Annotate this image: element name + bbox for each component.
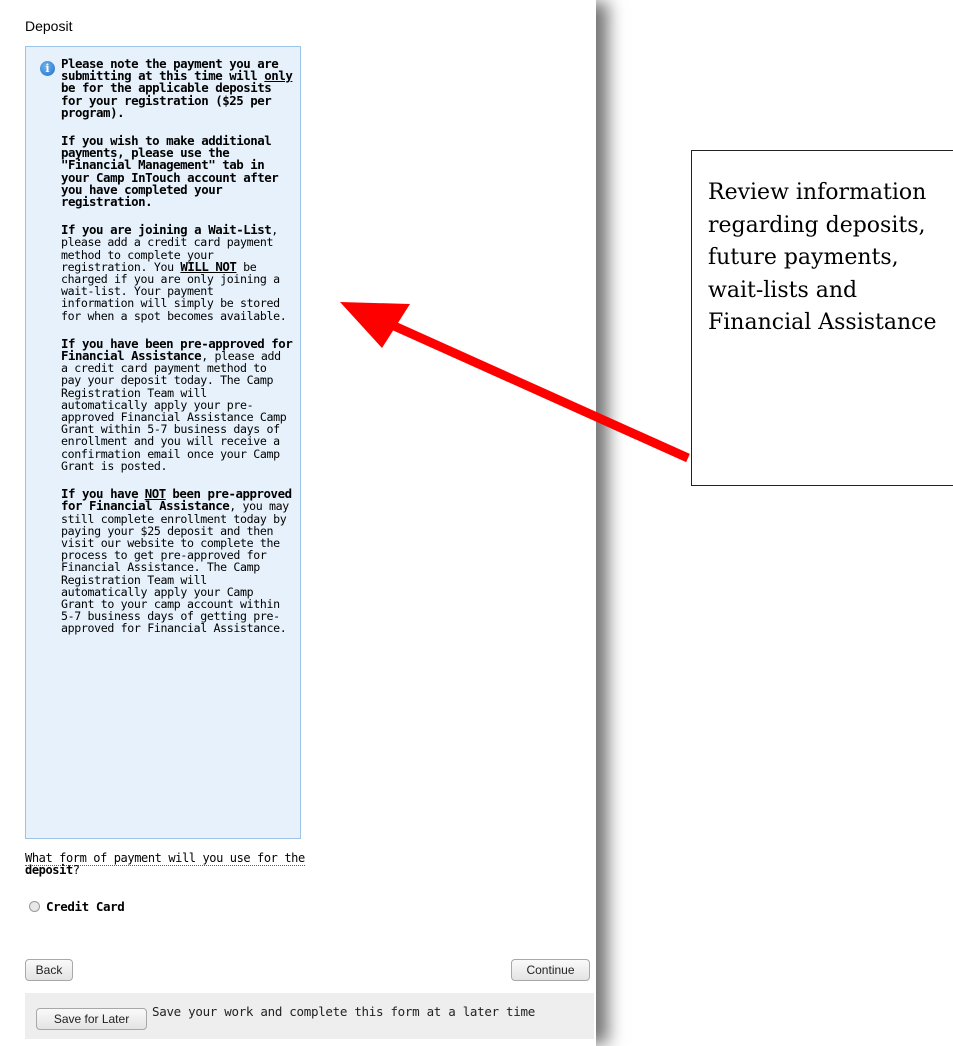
callout-text: Review information regarding deposits, f… — [708, 180, 937, 335]
annotation-callout: Review information regarding deposits, f… — [691, 150, 953, 486]
arrow-shaft — [390, 320, 690, 463]
